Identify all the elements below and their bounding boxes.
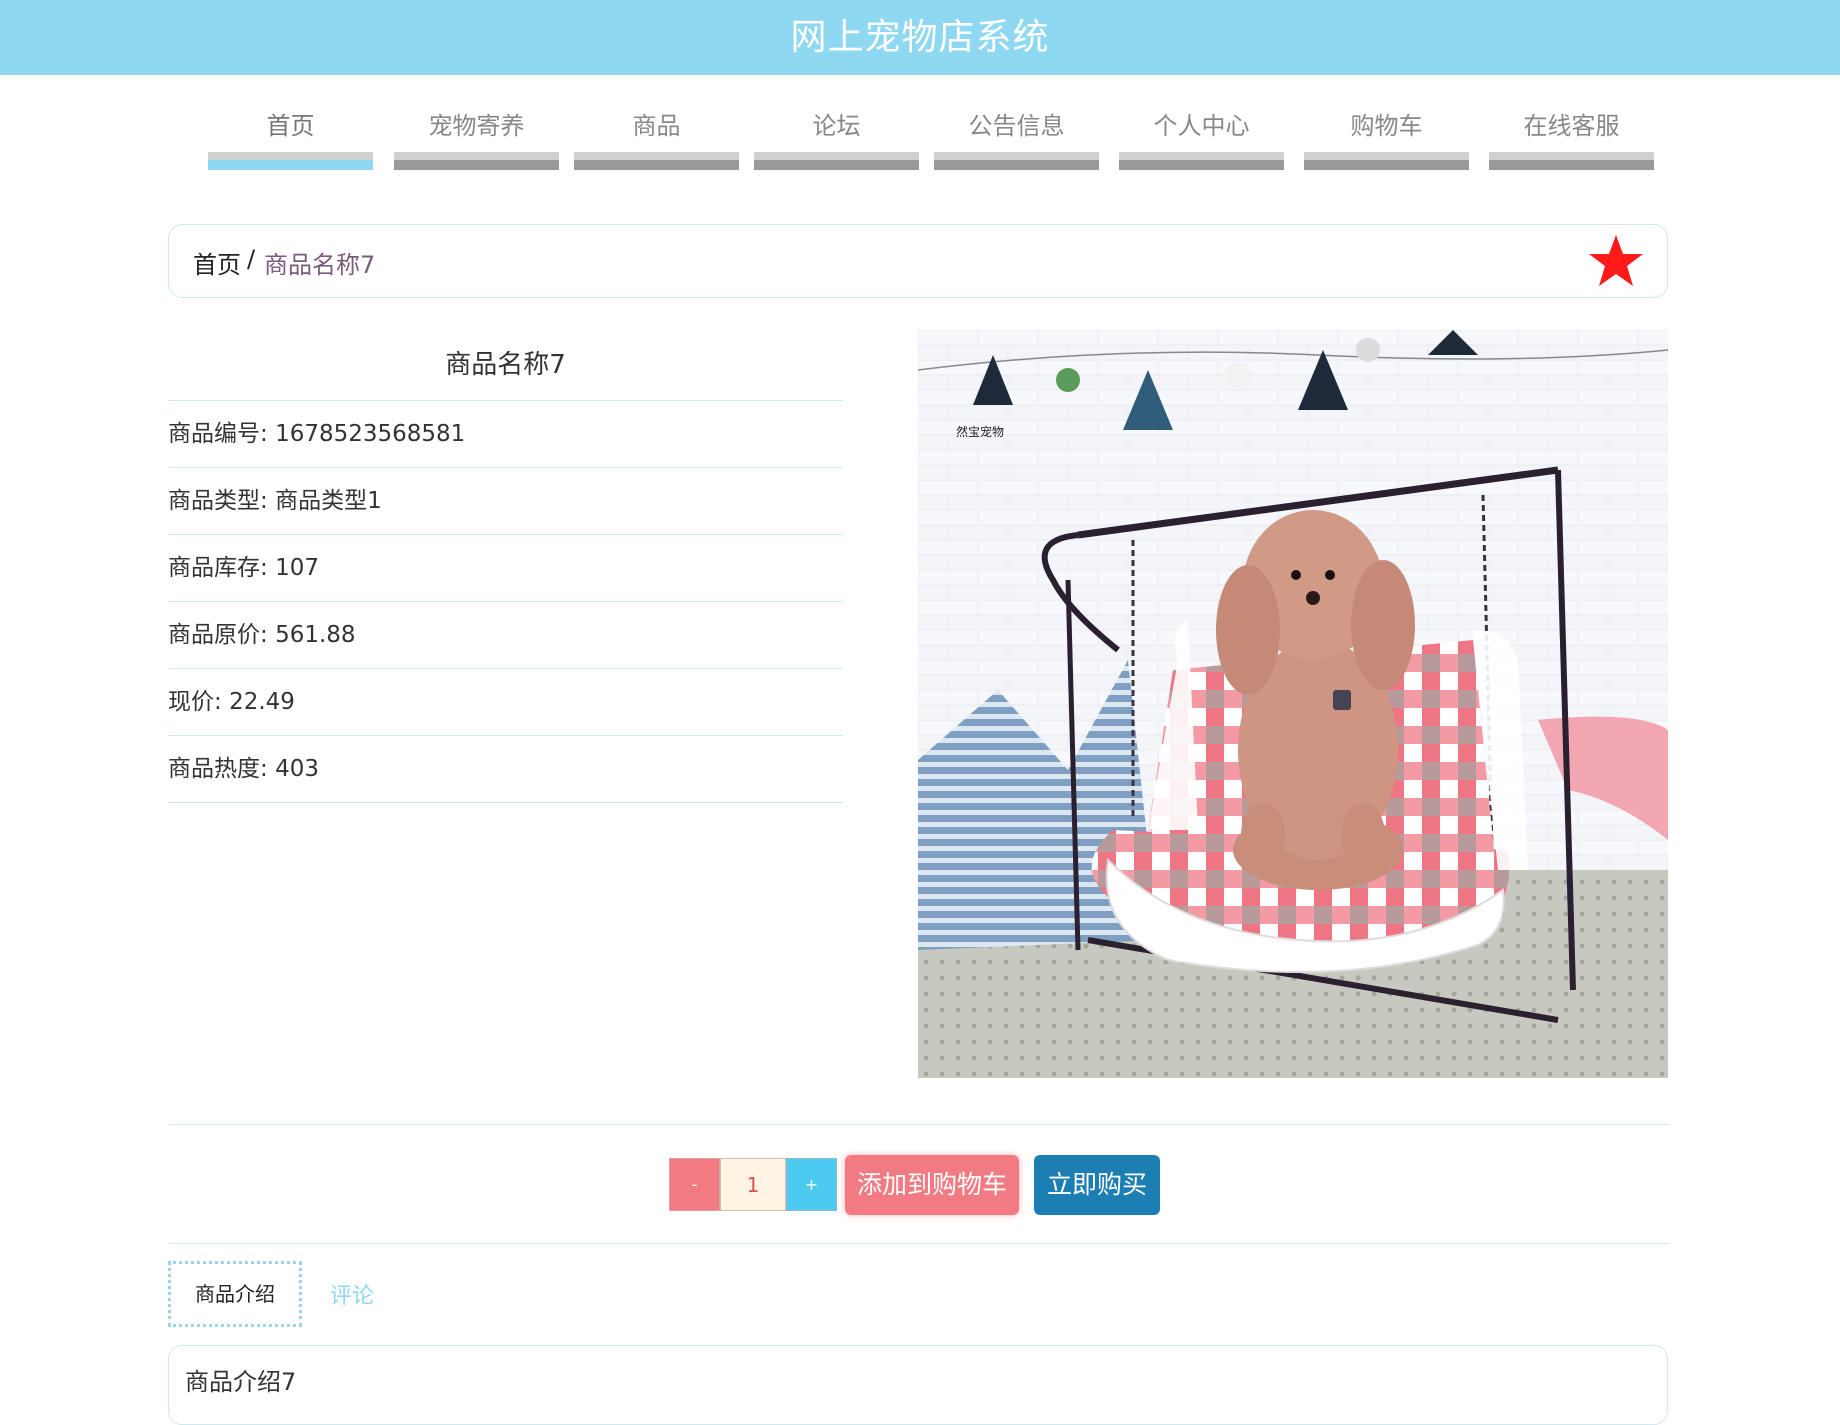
breadcrumb: 首页 / 商品名称7: [168, 224, 1668, 298]
nav-item-profile[interactable]: 个人中心: [1119, 108, 1284, 172]
field-value: 1678523568581: [275, 421, 466, 447]
breadcrumb-current: 商品名称7: [264, 251, 376, 279]
nav-label: 商品: [632, 112, 681, 140]
field-label: 商品类型: [168, 488, 260, 514]
product-field-row: 商品编号: 1678523568581: [168, 401, 843, 468]
quantity-decrease-button[interactable]: -: [669, 1158, 720, 1211]
nav-item-pet-boarding[interactable]: 宠物寄养: [394, 108, 559, 172]
nav-label: 宠物寄养: [428, 112, 525, 140]
nav-label: 在线客服: [1523, 112, 1620, 140]
section-divider: [168, 1124, 1668, 1125]
intro-text: 商品介绍7: [185, 1368, 297, 1396]
nav-underline: [754, 152, 919, 170]
nav-underline: [1489, 152, 1654, 170]
nav-underline: [574, 152, 739, 170]
nav-item-products[interactable]: 商品: [574, 108, 739, 172]
nav-underline: [394, 152, 559, 170]
nav-label: 个人中心: [1153, 112, 1250, 140]
product-field-row: 现价: 22.49: [168, 669, 843, 736]
breadcrumb-home-link[interactable]: 首页: [193, 245, 241, 280]
field-label: 商品库存: [168, 555, 260, 581]
intro-panel: 商品介绍7: [168, 1345, 1668, 1425]
buy-now-button[interactable]: 立即购买: [1034, 1155, 1160, 1215]
nav-item-customer-service[interactable]: 在线客服: [1489, 108, 1654, 172]
nav-item-forum[interactable]: 论坛: [754, 108, 919, 172]
product-field-row: 商品类型: 商品类型1: [168, 468, 843, 535]
nav-underline: [934, 152, 1099, 170]
product-field-row: 商品库存: 107: [168, 535, 843, 602]
app-title: 网上宠物店系统: [790, 17, 1050, 58]
product-image: 然宝宠物: [918, 330, 1668, 1078]
nav-item-announcements[interactable]: 公告信息: [934, 108, 1099, 172]
nav-label: 购物车: [1350, 112, 1423, 140]
product-field-row: 商品原价: 561.88: [168, 602, 843, 669]
field-value: 22.49: [229, 689, 295, 715]
tab-product-intro[interactable]: 商品介绍: [168, 1261, 302, 1327]
tab-comments[interactable]: 评论: [330, 1278, 374, 1310]
product-field-row: 商品热度: 403: [168, 736, 843, 803]
nav-label: 公告信息: [968, 112, 1065, 140]
field-value: 561.88: [275, 622, 356, 648]
nav-underline: [1119, 152, 1284, 170]
field-label: 商品热度: [168, 756, 260, 782]
breadcrumb-separator: /: [247, 245, 256, 273]
star-icon[interactable]: [1587, 233, 1645, 291]
nav-underline: [1304, 152, 1469, 170]
field-label: 现价: [168, 689, 214, 715]
field-label: 商品原价: [168, 622, 260, 648]
field-value: 107: [275, 555, 319, 581]
quantity-increase-button[interactable]: +: [786, 1158, 837, 1211]
section-divider: [168, 1243, 1668, 1244]
product-photo-illustration: 然宝宠物: [918, 330, 1668, 1078]
quantity-input[interactable]: [720, 1158, 786, 1211]
nav-item-home[interactable]: 首页: [208, 108, 373, 172]
photo-watermark: 然宝宠物: [956, 424, 1004, 439]
product-title: 商品名称7: [168, 330, 843, 401]
product-info: 商品名称7 商品编号: 1678523568581 商品类型: 商品类型1 商品…: [168, 330, 843, 803]
nav-item-cart[interactable]: 购物车: [1304, 108, 1469, 172]
field-value: 403: [275, 756, 319, 782]
top-header: 网上宠物店系统: [0, 0, 1840, 75]
field-label: 商品编号: [168, 421, 260, 447]
nav-label: 首页: [266, 112, 315, 140]
nav-underline: [208, 152, 373, 170]
main-nav: 首页 宠物寄养 商品 论坛 公告信息 个人中心 购物车 在线客服: [208, 108, 1656, 172]
field-value: 商品类型1: [275, 488, 382, 514]
add-to-cart-button[interactable]: 添加到购物车: [845, 1155, 1019, 1215]
nav-label: 论坛: [812, 112, 861, 140]
